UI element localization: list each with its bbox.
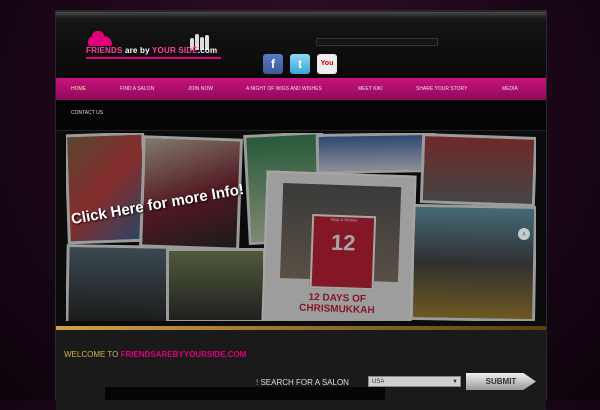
site-header: FRIENDS are by YOUR SIDE.com f t You Tub… (56, 10, 546, 87)
twitter-icon[interactable]: t (290, 54, 310, 74)
hero-slideshow[interactable]: Wigs & Wishes 12 12 DAYS OF CHRISMUKKAH … (66, 133, 536, 321)
next-slide-icon[interactable]: › (518, 228, 530, 240)
youtube-icon[interactable]: You Tube (317, 54, 337, 87)
page-frame: FRIENDS are by YOUR SIDE.com f t You Tub… (55, 10, 547, 410)
logo-text: FRIENDS are by YOUR SIDE.com (86, 46, 218, 55)
salon-search-label: ! Search for a Salon (256, 378, 349, 387)
nav-media[interactable]: Media (502, 78, 518, 100)
nav-contact-us[interactable]: Contact Us (71, 110, 103, 116)
facebook-icon[interactable]: f (263, 54, 283, 74)
welcome-heading: Welcome to FRIENDSAREBYYOURSIDE.COM (64, 350, 247, 359)
welcome-site-link[interactable]: FRIENDSAREBYYOURSIDE.COM (121, 350, 247, 359)
site-logo[interactable]: FRIENDS are by YOUR SIDE.com (86, 31, 256, 64)
header-search-box[interactable] (316, 38, 438, 46)
country-select[interactable]: USA ▼ (368, 376, 461, 387)
nav-home[interactable]: Home (71, 78, 86, 100)
main-nav: Home Find a Salon Join Now A Night of Wi… (56, 78, 546, 100)
nav-night-of-wigs[interactable]: A Night of Wigs and Wishes (246, 78, 322, 100)
chevron-down-icon: ▼ (452, 379, 458, 385)
submit-button[interactable]: Submit (466, 373, 536, 390)
footer-strip (105, 387, 385, 400)
car-icon (88, 31, 112, 46)
nav-find-a-salon[interactable]: Find a Salon (120, 78, 154, 100)
banner-dim-overlay (66, 133, 536, 321)
header-topline (56, 12, 546, 18)
nav-meet-kiki[interactable]: Meet Kiki (358, 78, 383, 100)
logo-underline (86, 57, 221, 59)
nav-share-your-story[interactable]: Share Your Story (416, 78, 467, 100)
secondary-nav: Contact Us (56, 100, 546, 131)
nav-join-now[interactable]: Join Now (188, 78, 213, 100)
